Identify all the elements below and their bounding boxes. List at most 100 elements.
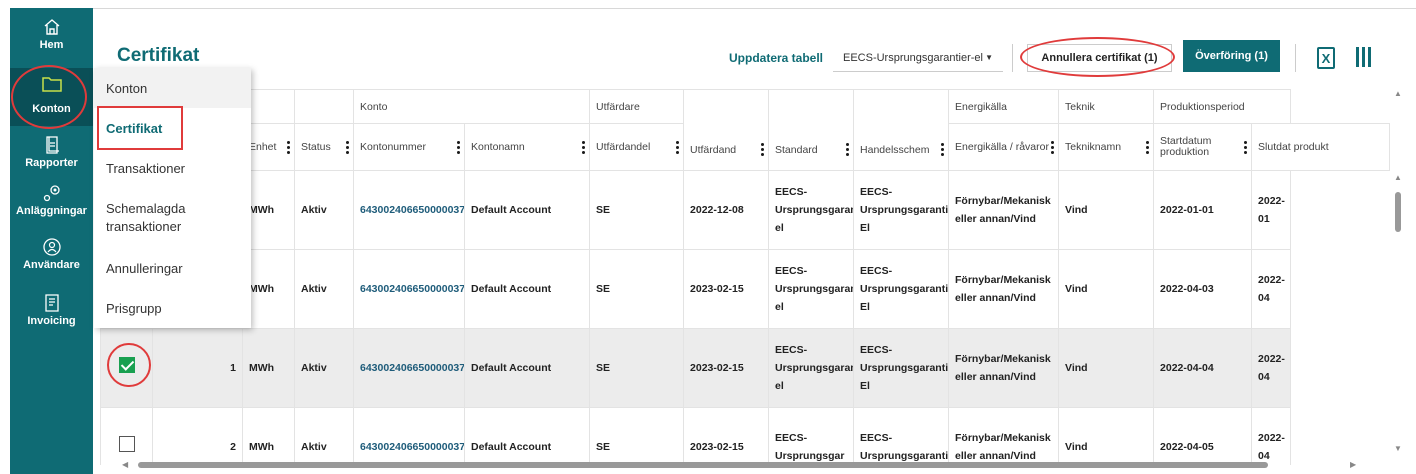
column-header-kontonamn[interactable]: Kontonamn xyxy=(463,123,591,171)
group-header-empty xyxy=(294,89,354,124)
column-header-status[interactable]: Status xyxy=(294,123,354,171)
scroll-left-icon[interactable]: ◀ xyxy=(122,460,128,469)
cell-account-name: Default Account xyxy=(463,407,591,465)
horizontal-scrollbar[interactable]: ◀ ▶ xyxy=(118,459,1392,471)
nav-anvandare[interactable]: Användare xyxy=(10,238,93,284)
menu-item-prisgrupp[interactable]: Prisgrupp xyxy=(94,288,251,328)
menu-item-konton[interactable]: Konton xyxy=(94,68,251,108)
vertical-scrollbar[interactable]: ▲ ▲ ▼ xyxy=(1392,89,1404,459)
menu-item-schemalagda[interactable]: Schemalagda transaktioner xyxy=(94,190,251,246)
cell-technology: Vind xyxy=(1058,170,1155,250)
row-number: 2 xyxy=(152,407,243,465)
columns-icon[interactable] xyxy=(1356,47,1371,67)
column-header-startdatum[interactable]: Startdatum produktion xyxy=(1153,123,1253,171)
cell-standard: EECS-Ursprungsgarantier-el xyxy=(768,170,855,250)
select-value: EECS-Ursprungsgarantier-el xyxy=(843,51,983,64)
cell-account-name: Default Account xyxy=(463,249,591,329)
cell-country: SE xyxy=(589,407,685,465)
group-header-konto: Konto xyxy=(352,89,591,124)
select-cell[interactable] xyxy=(100,407,153,465)
divider xyxy=(1012,44,1013,72)
cell-status: Aktiv xyxy=(294,249,354,329)
column-header-tekniknamn[interactable]: Tekniknamn xyxy=(1058,123,1155,171)
nav-anlaggningar[interactable]: Anläggningar xyxy=(10,184,93,230)
cell-account-number[interactable]: 643002406650000037 xyxy=(353,249,465,329)
nav-invoicing[interactable]: Invoicing xyxy=(10,294,93,340)
table-row[interactable]: MWh Aktiv 643002406650000037 Default Acc… xyxy=(100,249,1390,329)
cell-issued-date: 2023-02-15 xyxy=(683,249,770,329)
cell-unit: MWh xyxy=(242,328,295,408)
group-header-teknik: Teknik xyxy=(1058,89,1155,124)
scroll-down-icon[interactable]: ▼ xyxy=(1394,444,1402,453)
menu-item-annulleringar[interactable]: Annulleringar xyxy=(94,248,251,288)
cell-standard: EECS-Ursprungsgar xyxy=(768,407,855,465)
cell-status: Aktiv xyxy=(294,328,354,408)
transfer-button[interactable]: Överföring (1) xyxy=(1183,40,1280,72)
scroll-up-icon[interactable]: ▲ xyxy=(1394,173,1402,182)
table-row[interactable]: 1 MWh Aktiv 643002406650000037 Default A… xyxy=(100,328,1390,408)
select-cell[interactable] xyxy=(100,328,153,408)
cell-scheme: EECS-Ursprungsgarantier-El xyxy=(853,249,950,329)
cell-country: SE xyxy=(589,170,685,250)
cell-standard: EECS-Ursprungsgarantier-el xyxy=(768,249,855,329)
cell-end-date: 2022-04 xyxy=(1251,328,1292,408)
group-header-produktionsperiod: Produktionsperiod xyxy=(1153,89,1292,124)
sidebar: Hem Konton Rapporter Anläggningar Använd… xyxy=(10,8,93,474)
konton-dropdown-menu: Konton Certifikat Transaktioner Schemala… xyxy=(94,68,251,328)
table-row[interactable]: 2 MWh Aktiv 643002406650000037 Default A… xyxy=(100,407,1390,465)
cell-technology: Vind xyxy=(1058,407,1155,465)
cell-start-date: 2022-04-03 xyxy=(1153,249,1253,329)
cell-scheme: EECS-Ursprungsgarantier-El xyxy=(853,170,950,250)
nav-rapporter[interactable]: Rapporter xyxy=(10,136,93,180)
cell-end-date: 2022-04 xyxy=(1251,407,1292,465)
nav-label: Anläggningar xyxy=(16,205,87,217)
scrollbar-thumb[interactable] xyxy=(138,462,1268,468)
column-header-kontonummer[interactable]: Kontonummer xyxy=(353,123,465,171)
column-header-utfardandeland[interactable]: Utfärdandel xyxy=(589,123,685,171)
cell-account-number[interactable]: 643002406650000037 xyxy=(353,407,465,465)
scroll-right-icon[interactable]: ▶ xyxy=(1350,460,1356,469)
cell-standard: EECS-Ursprungsgarantier-el xyxy=(768,328,855,408)
chevron-down-icon: ▼ xyxy=(985,53,993,62)
cell-status: Aktiv xyxy=(294,170,354,250)
cancel-certificate-button[interactable]: Annullera certifikat (1) xyxy=(1027,44,1172,72)
page-title: Certifikat xyxy=(117,45,200,66)
cell-start-date: 2022-01-01 xyxy=(1153,170,1253,250)
row-checkbox[interactable] xyxy=(118,436,135,452)
column-header-energikalla[interactable]: Energikälla / råvaror xyxy=(948,123,1060,171)
excel-export-icon[interactable]: X xyxy=(1317,47,1335,69)
column-header-standard[interactable]: Standard xyxy=(768,89,855,171)
scrollbar-thumb[interactable] xyxy=(1395,192,1401,232)
settings-nodes-icon xyxy=(43,185,60,202)
nav-konton[interactable]: Konton xyxy=(10,68,93,126)
invoice-icon xyxy=(44,294,59,312)
user-icon xyxy=(42,238,61,256)
cell-account-number[interactable]: 643002406650000037 xyxy=(353,170,465,250)
certificates-table: Konto Utfärdare Utfärdand Standard Hande… xyxy=(100,89,1390,465)
nav-home[interactable]: Hem xyxy=(10,18,93,64)
cell-energy-source: Förnybar/Mekanisk eller annan/Vind xyxy=(948,328,1060,408)
nav-label: Användare xyxy=(23,259,80,271)
nav-label: Rapporter xyxy=(25,157,78,169)
cell-end-date: 2022-04 xyxy=(1251,249,1292,329)
cell-country: SE xyxy=(589,328,685,408)
group-header-energikalla: Energikälla xyxy=(948,89,1060,124)
menu-item-certifikat[interactable]: Certifikat xyxy=(94,108,251,148)
group-header-utfardare: Utfärdare xyxy=(589,89,685,124)
column-header-slutdatum[interactable]: Slutdat produkt xyxy=(1251,123,1390,171)
row-number: 1 xyxy=(152,328,243,408)
cell-technology: Vind xyxy=(1058,249,1155,329)
certificate-type-select[interactable]: EECS-Ursprungsgarantier-el ▼ xyxy=(833,44,1003,72)
cell-technology: Vind xyxy=(1058,328,1155,408)
cell-account-number[interactable]: 643002406650000037 xyxy=(353,328,465,408)
menu-item-transaktioner[interactable]: Transaktioner xyxy=(94,148,251,188)
cell-energy-source: Förnybar/Mekanisk eller annan/Vind xyxy=(948,170,1060,250)
update-table-link[interactable]: Uppdatera tabell xyxy=(729,51,823,65)
cell-issued-date: 2023-02-15 xyxy=(683,407,770,465)
home-icon xyxy=(44,19,59,35)
column-header-utfardand[interactable]: Utfärdand xyxy=(683,89,770,171)
column-header-handelsschema[interactable]: Handelsschem xyxy=(853,89,950,171)
table-row[interactable]: MWh Aktiv 643002406650000037 Default Acc… xyxy=(100,170,1390,250)
scroll-up-icon[interactable]: ▲ xyxy=(1394,89,1402,98)
row-checkbox[interactable] xyxy=(118,357,135,373)
